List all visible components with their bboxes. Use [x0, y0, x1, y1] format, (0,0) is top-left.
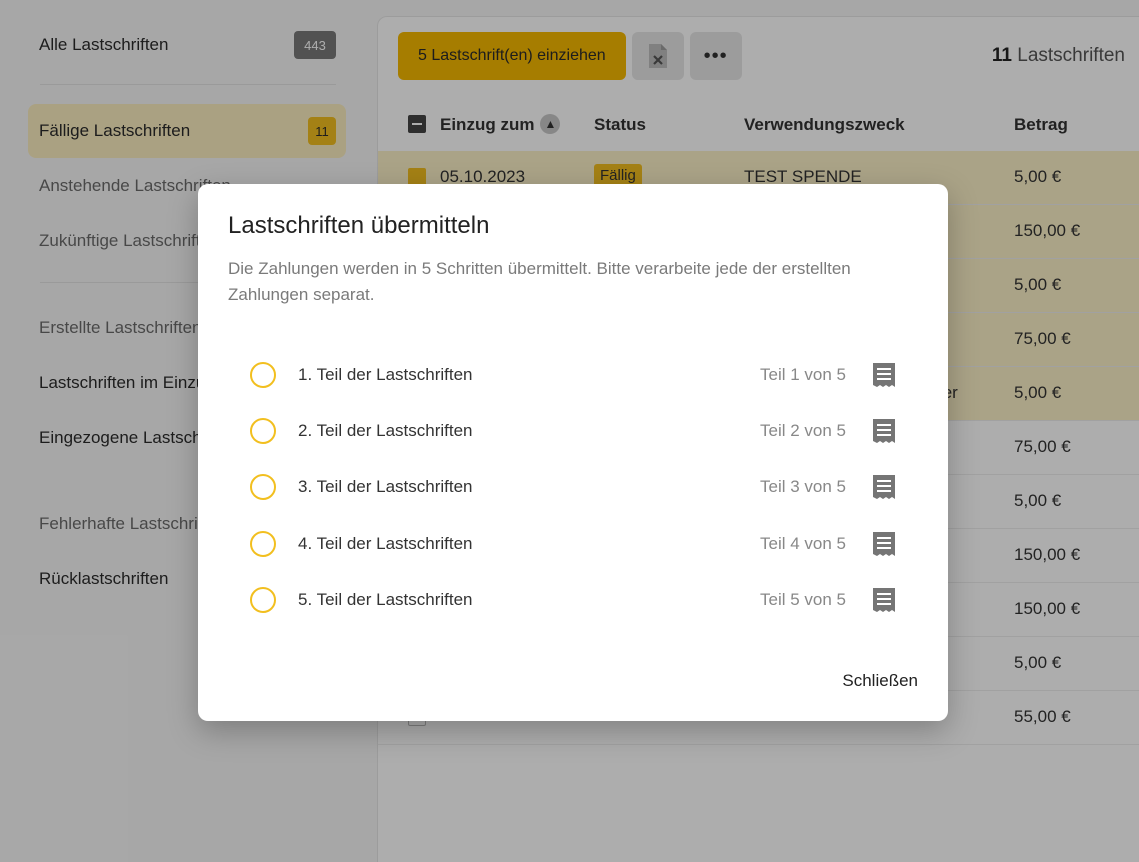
step-status-circle-icon — [250, 531, 276, 557]
step-status-circle-icon — [250, 587, 276, 613]
dialog-description: Die Zahlungen werden in 5 Schritten über… — [228, 259, 851, 304]
step-part: Teil 3 von 5 — [760, 477, 846, 496]
step-item[interactable]: 4. Teil der Lastschriften Teil 4 von 5 — [250, 524, 896, 564]
step-item[interactable]: 1. Teil der Lastschriften Teil 1 von 5 — [250, 355, 896, 395]
step-status-circle-icon — [250, 418, 276, 444]
document-list-icon[interactable] — [872, 531, 896, 557]
submit-debits-dialog: Lastschriften übermitteln Die Zahlungen … — [198, 184, 948, 721]
step-item[interactable]: 2. Teil der Lastschriften Teil 2 von 5 — [250, 411, 896, 451]
dialog-title: Lastschriften übermitteln — [228, 212, 490, 239]
step-label: 5. Teil der Lastschriften — [298, 590, 473, 609]
document-list-icon[interactable] — [872, 362, 896, 388]
document-list-icon[interactable] — [872, 418, 896, 444]
document-list-icon[interactable] — [872, 587, 896, 613]
step-status-circle-icon — [250, 362, 276, 388]
step-label: 3. Teil der Lastschriften — [298, 477, 473, 496]
step-label: 1. Teil der Lastschriften — [298, 365, 473, 384]
step-item[interactable]: 5. Teil der Lastschriften Teil 5 von 5 — [250, 580, 896, 620]
step-label: 4. Teil der Lastschriften — [298, 534, 473, 553]
step-part: Teil 4 von 5 — [760, 534, 846, 553]
step-label: 2. Teil der Lastschriften — [298, 421, 473, 440]
step-item[interactable]: 3. Teil der Lastschriften Teil 3 von 5 — [250, 467, 896, 507]
step-part: Teil 2 von 5 — [760, 421, 846, 440]
close-button[interactable]: Schließen — [842, 671, 918, 691]
step-part: Teil 1 von 5 — [760, 365, 846, 384]
step-part: Teil 5 von 5 — [760, 590, 846, 609]
step-status-circle-icon — [250, 474, 276, 500]
document-list-icon[interactable] — [872, 474, 896, 500]
